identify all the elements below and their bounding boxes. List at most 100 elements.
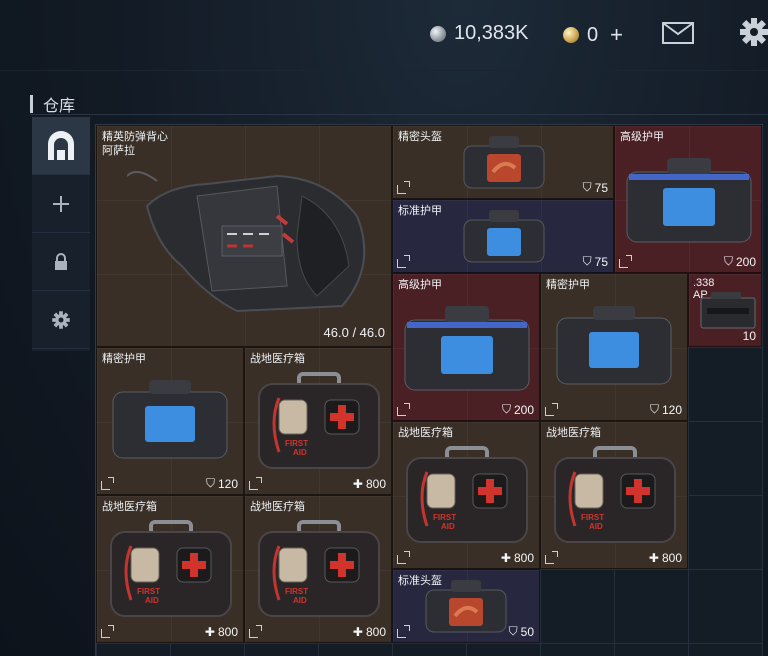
section-title: 仓库 — [30, 92, 75, 116]
shield-icon: ⛉ — [501, 402, 511, 416]
helmet-icon — [463, 136, 545, 189]
section-divider — [30, 114, 768, 115]
item-standard-armor[interactable]: 标准护甲 ⛉ 75 — [392, 199, 614, 273]
item-name: 战地医疗箱 — [250, 353, 305, 365]
item-field-medkit[interactable]: 战地医疗箱 FIRST AID ✚ 800 — [96, 495, 244, 643]
item-precision-armor[interactable]: 精密护甲 ⛉ 120 — [96, 347, 244, 495]
item-ammo-338-ap[interactable]: .338 AP 10 — [688, 273, 762, 347]
ammo-box-icon — [700, 292, 756, 329]
stat-value: 120 — [217, 476, 238, 491]
armor-icon — [404, 306, 530, 391]
item-name: 战地医疗箱 — [546, 427, 601, 439]
gold-balance[interactable]: 0 + — [563, 22, 623, 48]
first-aid-label: FIRST — [285, 439, 308, 448]
item-stat: ✚ 800 — [501, 551, 534, 565]
add-tab[interactable] — [32, 175, 90, 233]
item-name: 精密头盔 — [398, 131, 442, 143]
item-field-medkit[interactable]: 战地医疗箱 FIRST AID ✚ 800 — [392, 421, 540, 569]
stat-value: 800 — [365, 625, 386, 639]
gear-icon — [52, 310, 70, 329]
stat-value: 75 — [594, 254, 608, 269]
item-elite-vest[interactable]: 精英防弹背心 阿萨拉 46.0 / 46.0 — [96, 125, 392, 347]
durability-value: 46.0 / 46.0 — [323, 325, 385, 340]
silver-amount: 10,383K — [454, 22, 529, 44]
stat-value: 800 — [513, 551, 534, 565]
gold-coin-icon — [563, 27, 579, 43]
item-advanced-armor[interactable]: 高级护甲 ⛉ 200 — [392, 273, 540, 421]
first-aid-label: AID — [293, 596, 307, 605]
first-aid-kit-icon: FIRSTAID — [406, 446, 528, 543]
first-aid-label: AID — [293, 448, 307, 457]
first-aid-label: AID — [441, 522, 455, 531]
shield-icon: ⛉ — [723, 254, 733, 268]
first-aid-label: FIRST — [285, 587, 308, 596]
plus-icon: ✚ — [204, 625, 215, 639]
silver-coin-icon — [430, 25, 446, 42]
stat-value: 120 — [661, 402, 682, 417]
shield-icon: ⛉ — [582, 254, 592, 268]
header-divider — [0, 70, 768, 71]
item-status-icon — [249, 477, 262, 490]
item-status-icon — [397, 255, 410, 268]
gear-icon[interactable] — [738, 16, 768, 48]
item-name: 高级护甲 — [620, 131, 664, 143]
warehouse-tab[interactable] — [32, 117, 90, 175]
first-aid-label: FIRST — [581, 513, 604, 522]
title-accent-bar — [30, 95, 33, 113]
inventory-grid: 精英防弹背心 阿萨拉 46.0 / 46.0 精密头盔 ⛉ 75 高级护甲 ⛉ … — [95, 124, 763, 656]
item-stat: ⛉ 120 — [650, 402, 682, 417]
item-field-medkit[interactable]: 战地医疗箱 FIRST AID ✚ 800 — [244, 347, 392, 495]
item-status-icon — [397, 181, 410, 194]
mail-icon[interactable] — [662, 22, 694, 44]
armor-icon — [112, 380, 228, 459]
stat-value: 50 — [520, 624, 534, 639]
armor-icon — [556, 306, 672, 385]
lock-icon — [55, 252, 67, 270]
first-aid-kit-icon: FIRSTAID — [258, 520, 380, 617]
item-status-icon — [545, 551, 558, 564]
plus-icon: ✚ — [352, 625, 363, 639]
item-stat: ⛉ 75 — [583, 254, 608, 269]
item-status-icon — [619, 255, 632, 268]
ammo-count: 10 — [743, 329, 756, 343]
gold-amount: 0 — [587, 23, 599, 46]
item-precision-armor[interactable]: 精密护甲 ⛉ 120 — [540, 273, 688, 421]
warehouse-side-tabs — [32, 117, 90, 351]
stat-value: 800 — [217, 625, 238, 639]
item-stat: ⛉ 120 — [206, 476, 238, 491]
plus-icon: ✚ — [648, 551, 659, 565]
item-precision-helmet[interactable]: 精密头盔 ⛉ 75 — [392, 125, 614, 199]
plus-icon: ✚ — [500, 551, 511, 565]
first-aid-label: AID — [145, 596, 159, 605]
item-stat: ⛉ 200 — [502, 402, 534, 417]
item-stat: ✚ 800 — [353, 625, 386, 639]
item-name: 精密护甲 — [102, 353, 146, 365]
item-field-medkit[interactable]: 战地医疗箱 FIRST AID ✚ 800 — [540, 421, 688, 569]
item-advanced-armor[interactable]: 高级护甲 ⛉ 200 — [614, 125, 762, 273]
first-aid-label: FIRST — [137, 587, 160, 596]
first-aid-kit-icon: FIRSTAID — [554, 446, 676, 543]
item-stat: ✚ 800 — [649, 551, 682, 565]
item-status-icon — [249, 625, 262, 638]
shield-icon: ⛉ — [582, 180, 592, 194]
first-aid-kit-icon: FIRSTAID — [258, 372, 380, 469]
shield-icon: ⛉ — [649, 402, 659, 416]
item-name: 战地医疗箱 — [102, 501, 157, 513]
item-field-medkit[interactable]: 战地医疗箱 FIRST AID ✚ 800 — [244, 495, 392, 643]
item-name: 战地医疗箱 — [250, 501, 305, 513]
item-standard-helmet[interactable]: 标准头盔 ⛉ 50 — [392, 569, 540, 643]
add-gold-button[interactable]: + — [610, 22, 623, 48]
item-stat: ⛉ 75 — [583, 180, 608, 195]
first-aid-kit-icon: FIRSTAID — [110, 520, 232, 617]
item-name: 精英防弹背心 — [102, 131, 168, 143]
stat-value: 800 — [365, 477, 386, 491]
helmet-icon — [425, 580, 507, 633]
plus-icon — [53, 195, 69, 212]
stat-value: 75 — [594, 180, 608, 195]
item-status-icon — [101, 625, 114, 638]
lock-tab[interactable] — [32, 233, 90, 291]
item-name: 战地医疗箱 — [398, 427, 453, 439]
settings-tab[interactable] — [32, 291, 90, 349]
shield-icon: ⛉ — [205, 476, 215, 490]
item-name: 精密护甲 — [546, 279, 590, 291]
